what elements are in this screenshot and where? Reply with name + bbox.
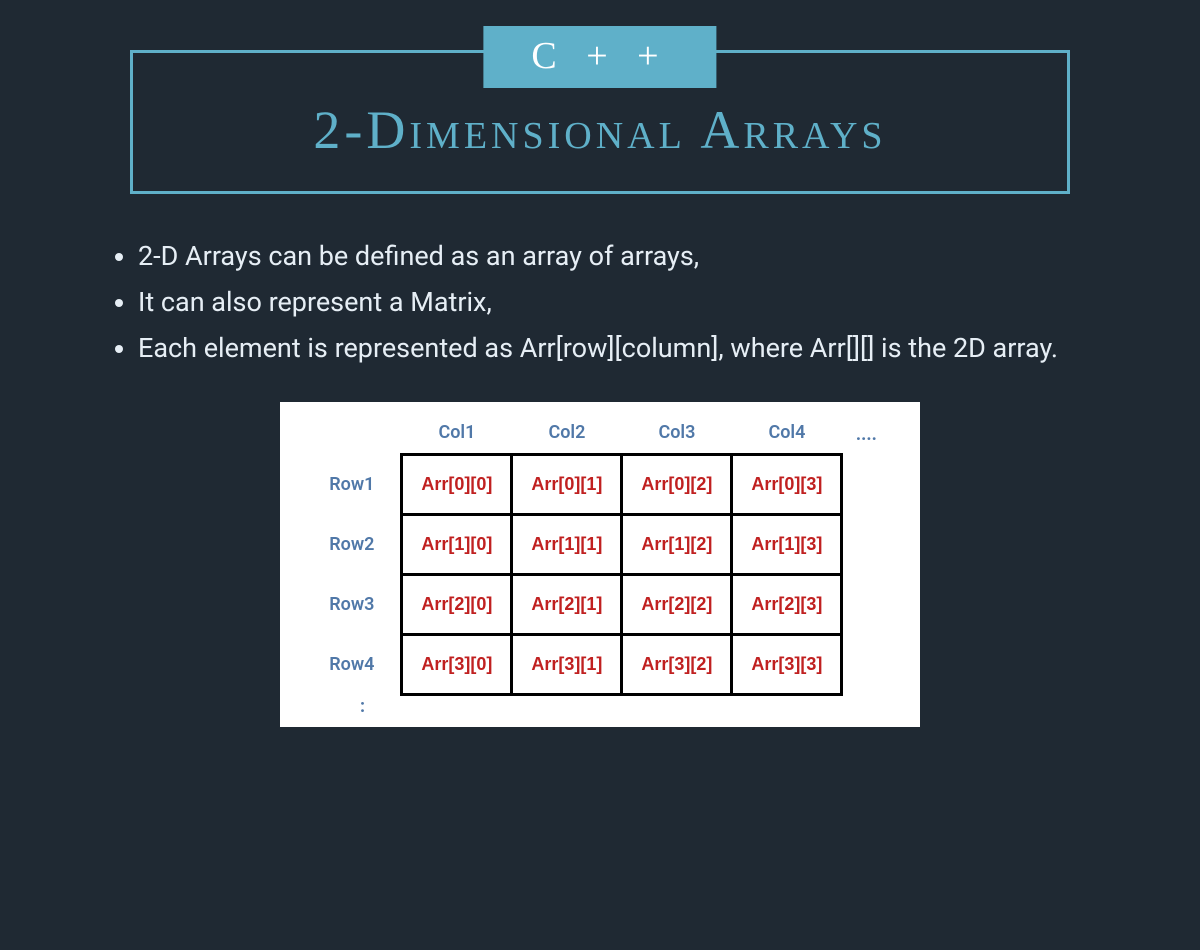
table-row: Row2 Arr[1][0] Arr[1][1] Arr[1][2] Arr[1…	[323, 514, 877, 574]
row-header: Row4	[323, 634, 402, 694]
bullet-item: Each element is represented as Arr[row][…	[138, 326, 1110, 372]
bullet-item: It can also represent a Matrix,	[138, 280, 1110, 326]
table-row: Row3 Arr[2][0] Arr[2][1] Arr[2][2] Arr[2…	[323, 574, 877, 634]
column-header-row: Col1 Col2 Col3 Col4 ....	[323, 416, 877, 455]
array-grid-table: Col1 Col2 Col3 Col4 .... Row1 Arr[0][0] …	[323, 416, 877, 718]
col-header: Col1	[402, 416, 512, 455]
array-cell: Arr[3][3]	[732, 634, 842, 694]
array-cell: Arr[1][0]	[402, 514, 512, 574]
array-cell: Arr[0][2]	[622, 454, 732, 514]
col-header: Col4	[732, 416, 842, 455]
row-ellipsis-row: :	[323, 694, 877, 717]
array-diagram: Col1 Col2 Col3 Col4 .... Row1 Arr[0][0] …	[280, 402, 920, 728]
table-row: Row1 Arr[0][0] Arr[0][1] Arr[0][2] Arr[0…	[323, 454, 877, 514]
array-cell: Arr[2][2]	[622, 574, 732, 634]
row-header: Row1	[323, 454, 402, 514]
array-cell: Arr[1][2]	[622, 514, 732, 574]
bullet-list: 2-D Arrays can be defined as an array of…	[110, 234, 1110, 372]
array-cell: Arr[2][0]	[402, 574, 512, 634]
array-cell: Arr[1][3]	[732, 514, 842, 574]
table-row: Row4 Arr[3][0] Arr[3][1] Arr[3][2] Arr[3…	[323, 634, 877, 694]
array-cell: Arr[3][1]	[512, 634, 622, 694]
array-cell: Arr[0][3]	[732, 454, 842, 514]
array-cell: Arr[0][0]	[402, 454, 512, 514]
array-cell: Arr[3][0]	[402, 634, 512, 694]
array-cell: Arr[1][1]	[512, 514, 622, 574]
array-cell: Arr[0][1]	[512, 454, 622, 514]
bullet-item: 2-D Arrays can be defined as an array of…	[138, 234, 1110, 280]
array-cell: Arr[3][2]	[622, 634, 732, 694]
col-header: Col2	[512, 416, 622, 455]
col-ellipsis: ....	[842, 416, 877, 455]
slide-title: 2-Dimensional Arrays	[153, 99, 1047, 161]
array-cell: Arr[2][1]	[512, 574, 622, 634]
slide-header: C + + 2-Dimensional Arrays	[130, 50, 1070, 194]
row-header: Row2	[323, 514, 402, 574]
row-header: Row3	[323, 574, 402, 634]
col-header: Col3	[622, 416, 732, 455]
language-badge: C + +	[483, 26, 716, 88]
row-ellipsis: :	[323, 694, 402, 717]
array-cell: Arr[2][3]	[732, 574, 842, 634]
